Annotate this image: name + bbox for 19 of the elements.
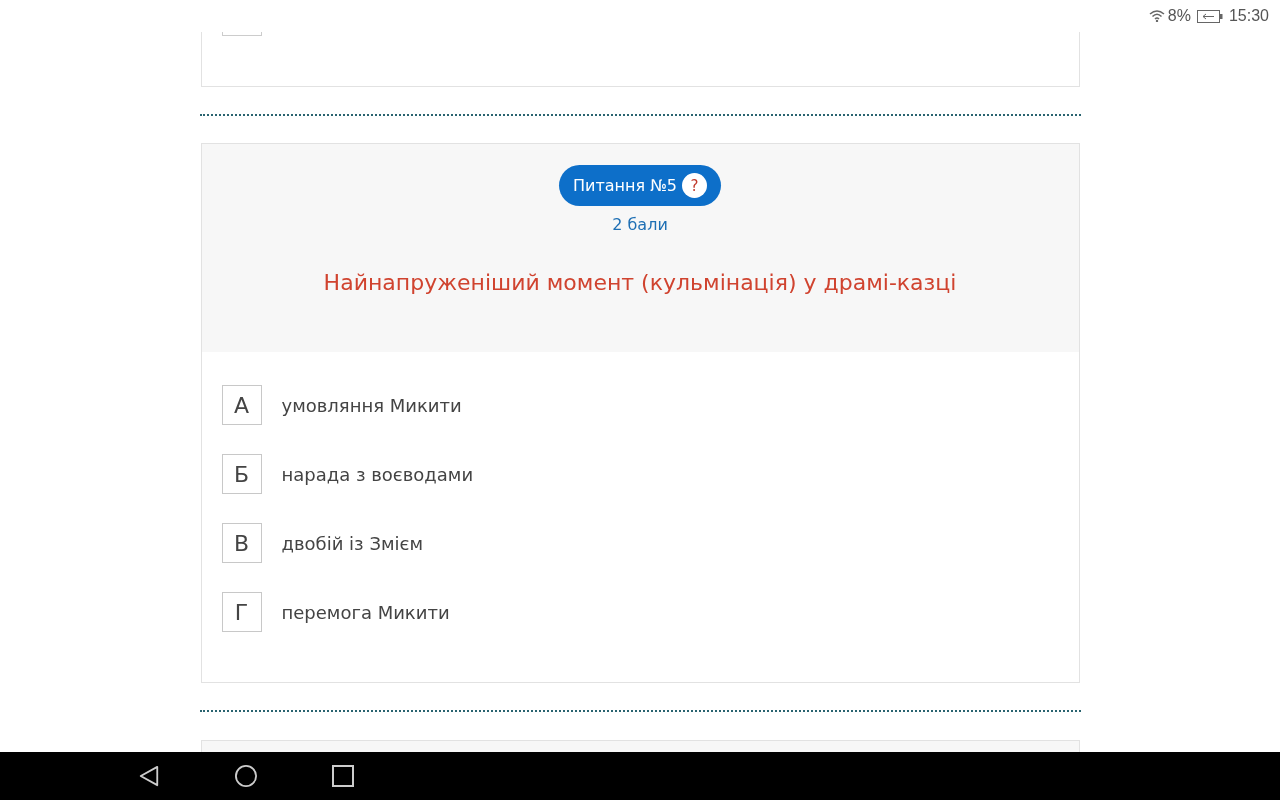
- battery-percent: 8%: [1167, 7, 1191, 25]
- wifi-icon: [1148, 10, 1165, 22]
- recents-icon[interactable]: [332, 765, 354, 787]
- option-text: умовляння Микити: [281, 394, 462, 416]
- question-text: Найнапруженіший момент (кульмінація) у драмі-казці: [323, 270, 957, 295]
- home-icon[interactable]: [235, 765, 257, 787]
- question-number: Питання №5: [573, 176, 677, 195]
- option-letter-box[interactable]: А: [221, 385, 262, 425]
- help-button[interactable]: ?: [682, 173, 707, 198]
- clock-time: 15:30: [1228, 7, 1269, 25]
- option-text: двобій із Змієм: [281, 532, 423, 554]
- back-icon[interactable]: [138, 765, 160, 787]
- option-text: перемога Микити: [281, 601, 450, 623]
- option-letter-box[interactable]: Г: [221, 592, 262, 632]
- option-text: нарада з воєводами: [281, 463, 474, 485]
- option-letter-box[interactable]: В: [221, 523, 262, 563]
- option-letter-box[interactable]: Б: [221, 454, 262, 494]
- points-label: 2 бали: [612, 215, 668, 234]
- battery-icon: [1196, 9, 1223, 23]
